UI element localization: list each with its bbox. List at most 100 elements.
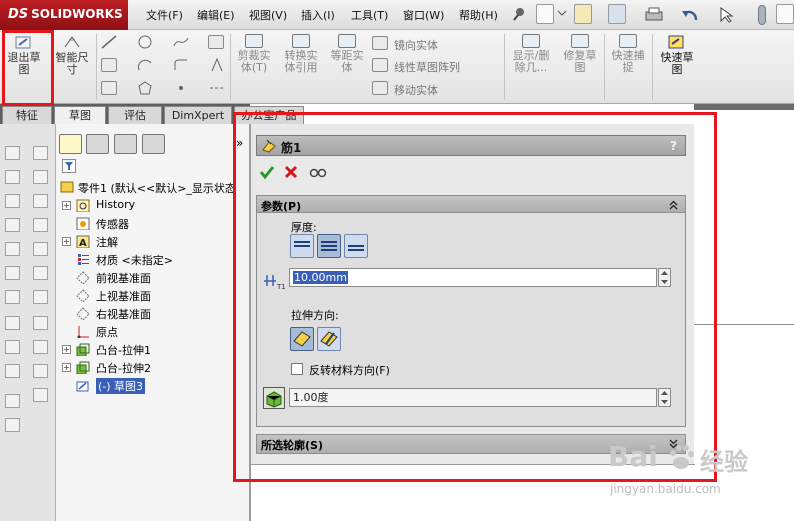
- tree-item-annotations[interactable]: 注解: [96, 234, 118, 250]
- view-icon[interactable]: [33, 146, 48, 160]
- offset-entities-button[interactable]: 等距实体: [328, 34, 366, 74]
- tree-item-front-plane[interactable]: 前视基准面: [96, 270, 151, 286]
- save-icon[interactable]: [608, 4, 626, 24]
- menu-view[interactable]: 视图(V): [249, 7, 287, 23]
- view-icon[interactable]: [5, 170, 20, 184]
- linear-pattern-icon[interactable]: [372, 58, 388, 72]
- select-arrow-icon[interactable]: [718, 6, 734, 24]
- annotations-icon: A: [76, 235, 90, 248]
- sketch-plane-icon[interactable]: [208, 35, 224, 49]
- circle-tool-icon[interactable]: [136, 34, 154, 50]
- tree-item-right-plane[interactable]: 右视基准面: [96, 306, 151, 322]
- tree-item-top-plane[interactable]: 上视基准面: [96, 288, 151, 304]
- arc-tool-icon[interactable]: [136, 57, 154, 73]
- spline-tool-icon[interactable]: [172, 34, 190, 50]
- menu-insert[interactable]: 插入(I): [301, 7, 335, 23]
- plane-icon: [76, 307, 90, 320]
- expand-toggle[interactable]: +: [62, 345, 71, 354]
- trim-entities-button[interactable]: 剪裁实体(T): [234, 34, 274, 74]
- tab-sketch[interactable]: 草图: [54, 106, 106, 124]
- view-icon[interactable]: [33, 218, 48, 232]
- convert-entities-button[interactable]: 转换实体引用: [280, 34, 322, 74]
- tab-features[interactable]: 特征: [2, 106, 52, 124]
- polygon-tool-icon[interactable]: [136, 80, 154, 96]
- tree-item-boss-extrude-2[interactable]: 凸台-拉伸2: [96, 360, 151, 376]
- tree-item-origin[interactable]: 原点: [96, 324, 118, 340]
- display-manager-tab-icon[interactable]: [142, 134, 165, 154]
- menu-tools[interactable]: 工具(T): [351, 7, 388, 23]
- repair-sketch-button[interactable]: 修复草图: [560, 34, 600, 74]
- filter-icon[interactable]: [62, 159, 76, 173]
- rectangle-tool-icon[interactable]: [101, 58, 117, 72]
- slot-tool-icon[interactable]: [101, 81, 117, 95]
- tree-item-boss-extrude-1[interactable]: 凸台-拉伸1: [96, 342, 151, 358]
- view-icon[interactable]: [5, 242, 20, 256]
- tree-root-part[interactable]: 零件1 (默认<<默认>_显示状态: [78, 180, 236, 196]
- text-tool-icon[interactable]: [208, 57, 226, 73]
- view-icon[interactable]: [5, 290, 20, 304]
- view-icon[interactable]: [5, 194, 20, 208]
- title-bar: DS SOLIDWORKS 文件(F) 编辑(E) 视图(V) 插入(I) 工具(…: [0, 0, 794, 30]
- point-tool-icon[interactable]: [172, 80, 190, 96]
- chevron-down-icon[interactable]: [557, 8, 567, 18]
- menu-edit[interactable]: 编辑(E): [197, 7, 235, 23]
- centerline-tool-icon[interactable]: [208, 80, 226, 96]
- view-icon[interactable]: [5, 218, 20, 232]
- rapid-sketch-button[interactable]: 快速草图: [656, 34, 698, 76]
- tab-evaluate[interactable]: 评估: [108, 106, 162, 124]
- highlight-frame-exit-sketch: [2, 30, 54, 106]
- sketch-tool-icon[interactable]: [5, 394, 20, 408]
- menu-window[interactable]: 窗口(W): [403, 7, 444, 23]
- quick-snaps-button[interactable]: 快速捕捉: [608, 34, 648, 74]
- pin-icon[interactable]: [512, 7, 526, 21]
- tree-item-history[interactable]: History: [96, 198, 135, 211]
- display-delete-relations-button[interactable]: 显示/删除几...: [508, 34, 554, 74]
- undo-icon[interactable]: [680, 6, 700, 24]
- fillet-tool-icon[interactable]: [172, 57, 190, 73]
- view-icon[interactable]: [5, 266, 20, 280]
- view-icon[interactable]: [33, 194, 48, 208]
- sketch-tool-icon[interactable]: [33, 364, 48, 378]
- view-icon[interactable]: [33, 290, 48, 304]
- view-icon[interactable]: [33, 266, 48, 280]
- view-icon[interactable]: [33, 170, 48, 184]
- separator: [604, 34, 605, 100]
- sketch-tool-icon[interactable]: [33, 388, 48, 402]
- sketch-tool-icon[interactable]: [5, 418, 20, 432]
- separator: [504, 34, 505, 100]
- menu-file[interactable]: 文件(F): [146, 7, 183, 23]
- feature-manager-tab-icon[interactable]: [59, 134, 82, 154]
- separator: [652, 34, 653, 100]
- sketch-tool-icon[interactable]: [5, 364, 20, 378]
- tree-item-sketch-3[interactable]: (-) 草图3: [96, 378, 146, 394]
- tab-dimxpert[interactable]: DimXpert: [164, 106, 232, 124]
- sketch-tool-icon[interactable]: [5, 316, 20, 330]
- linear-pattern-label[interactable]: 线性草图阵列: [394, 59, 460, 75]
- move-entities-label[interactable]: 移动实体: [394, 82, 438, 98]
- sketch-tool-icon[interactable]: [33, 340, 48, 354]
- sketch-tool-icon[interactable]: [33, 316, 48, 330]
- print-icon[interactable]: [644, 6, 664, 24]
- expand-toggle[interactable]: +: [62, 201, 71, 210]
- new-document-icon[interactable]: [536, 4, 554, 24]
- property-manager-tab-icon[interactable]: [86, 134, 109, 154]
- tree-item-sensors[interactable]: 传感器: [96, 216, 129, 232]
- line-tool-icon[interactable]: [100, 34, 118, 50]
- rebuild-icon[interactable]: [758, 5, 766, 25]
- expand-toggle[interactable]: +: [62, 237, 71, 246]
- smart-dimension-button[interactable]: 智能尺寸: [52, 34, 92, 76]
- menu-help[interactable]: 帮助(H): [459, 7, 498, 23]
- mirror-entities-icon[interactable]: [372, 36, 388, 50]
- offset-entities-label: 等距实体: [330, 49, 364, 74]
- expand-toggle[interactable]: +: [62, 363, 71, 372]
- tree-item-material[interactable]: 材质 <未指定>: [96, 252, 173, 268]
- view-icon[interactable]: [5, 146, 20, 160]
- view-icon[interactable]: [33, 242, 48, 256]
- rapid-sketch-label: 快速草图: [660, 51, 694, 76]
- sketch-tool-icon[interactable]: [5, 340, 20, 354]
- move-entities-icon[interactable]: [372, 81, 388, 95]
- open-folder-icon[interactable]: [574, 4, 592, 24]
- options-icon[interactable]: [776, 4, 794, 24]
- mirror-entities-label[interactable]: 镜向实体: [394, 37, 438, 53]
- configuration-manager-tab-icon[interactable]: [114, 134, 137, 154]
